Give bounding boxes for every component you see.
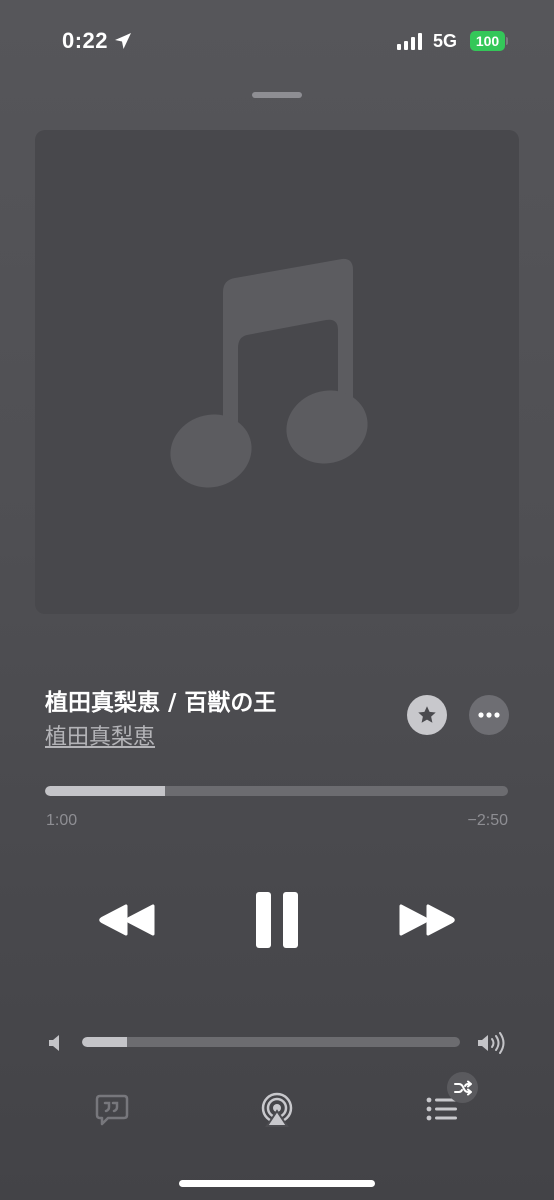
shuffle-icon (453, 1080, 472, 1095)
battery-cap (506, 37, 508, 45)
status-time: 0:22 (62, 28, 132, 54)
music-note-icon (170, 258, 368, 488)
volume-low-button[interactable] (47, 1033, 63, 1058)
battery-indicator: 100 (470, 31, 505, 51)
cellular-signal-icon (397, 32, 422, 50)
volume-fill (82, 1037, 128, 1047)
location-arrow-icon (115, 33, 132, 49)
home-indicator[interactable] (179, 1180, 375, 1187)
favorite-button[interactable] (407, 695, 447, 735)
status-time-label: 0:22 (62, 28, 109, 53)
more-options-button[interactable] (469, 695, 509, 735)
next-track-button[interactable] (398, 902, 456, 938)
pause-icon (256, 892, 298, 948)
previous-track-button[interactable] (98, 902, 156, 938)
star-icon (418, 706, 436, 723)
backward-icon (99, 904, 155, 936)
forward-icon (399, 904, 455, 936)
airplay-icon (261, 1092, 293, 1127)
playback-progress-fill (45, 786, 166, 796)
sheet-grabber[interactable] (252, 92, 302, 98)
network-type: 5G (433, 31, 458, 51)
elapsed-time: 1:00 (46, 812, 78, 829)
playback-progress-slider[interactable] (45, 786, 508, 796)
volume-slider[interactable] (82, 1037, 460, 1047)
track-artist-link[interactable]: 植田真梨恵 (45, 719, 155, 751)
remaining-time: −2:50 (467, 812, 508, 829)
lyrics-icon (95, 1094, 129, 1126)
pause-button[interactable] (255, 891, 299, 949)
track-title: 植田真梨恵 / 百獣の王 (45, 690, 277, 716)
speaker-high-icon (478, 1032, 505, 1054)
lyrics-button[interactable] (94, 1093, 130, 1132)
ellipsis-icon (478, 712, 500, 718)
album-artwork (35, 130, 519, 614)
volume-high-button[interactable] (477, 1031, 507, 1060)
airplay-button[interactable] (260, 1092, 294, 1133)
speaker-low-icon (49, 1035, 59, 1051)
shuffle-badge[interactable] (447, 1072, 478, 1103)
